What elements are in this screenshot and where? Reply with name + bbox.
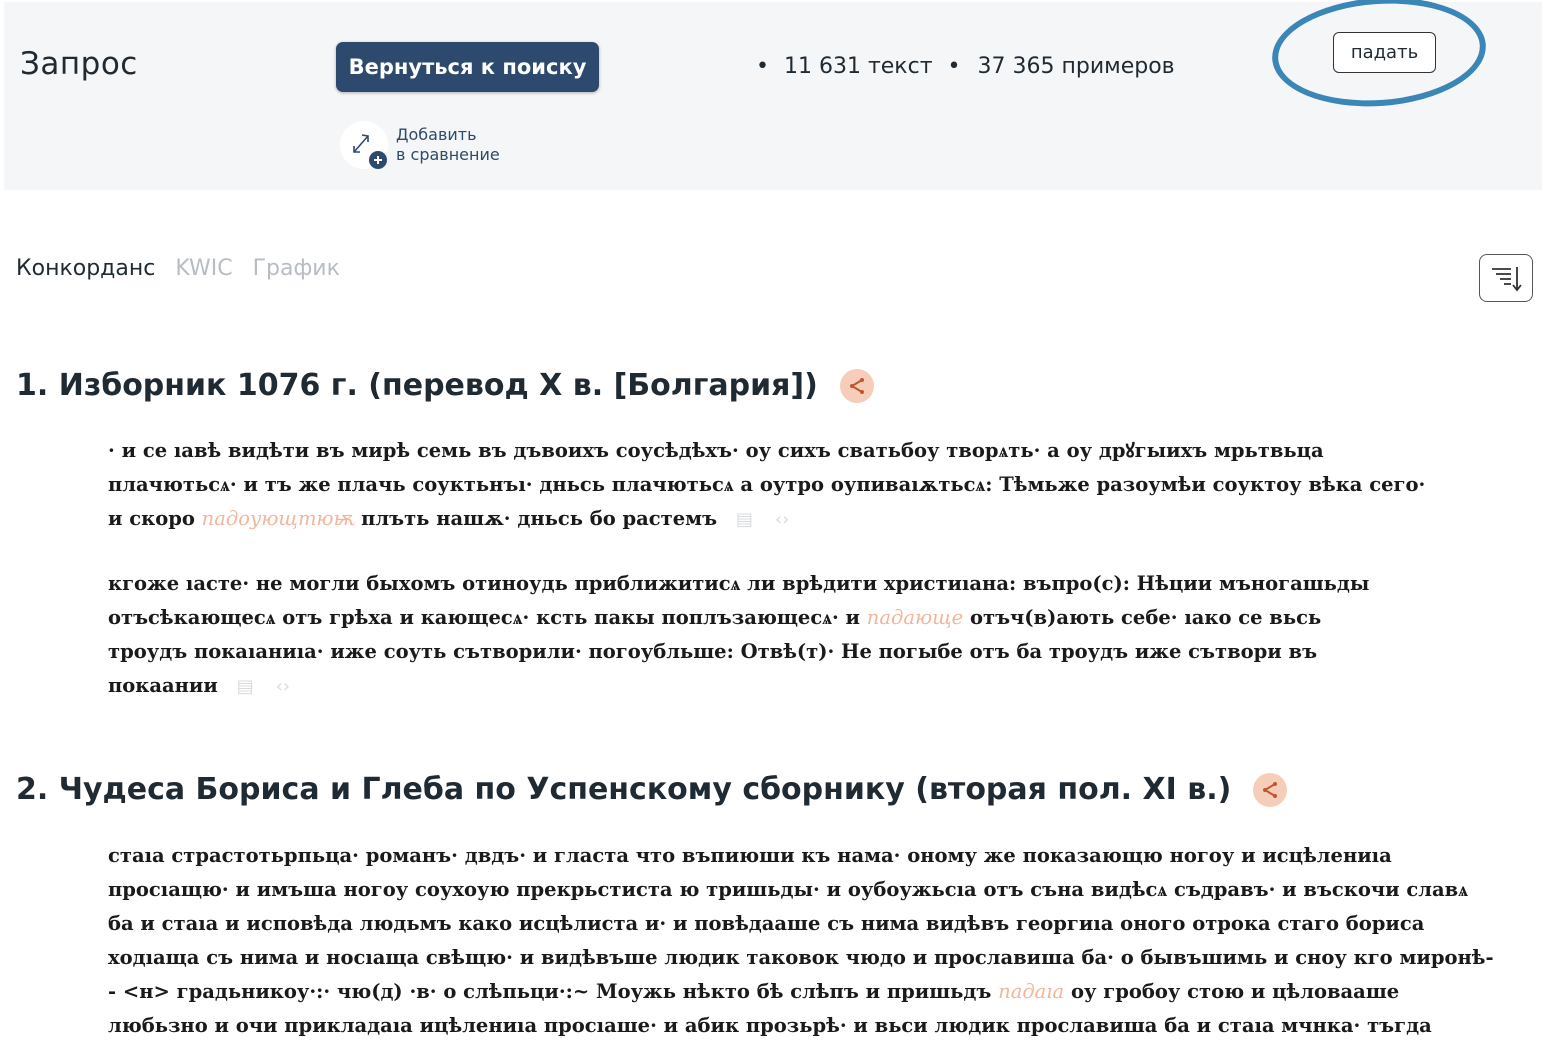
tab-kwic[interactable]: KWIC [175,256,232,281]
compare-label[interactable]: Добавить в сравнение [396,125,500,165]
stats-texts: 11 631 текст [783,54,933,79]
compare-label-line2: в сравнение [396,145,500,164]
result-item: 1. Изборник 1076 г. (перевод X в. [Болга… [16,368,874,403]
back-to-search-button[interactable]: Вернуться к поиску [336,42,599,92]
keyword-hit: падоующтюѭ [201,507,355,530]
snippet-line: стаıа страстотьрпьца· романъ· двдъ· и гл… [108,844,1392,867]
result-item: 2. Чудеса Бориса и Глеба по Успенскому с… [16,772,1288,807]
result-stats: • 11 631 текст • 37 365 примеров [756,54,1175,79]
snippet-line: отъсѣкающесѧ отъ грѣха и кающесѧ· ксть п… [108,606,1322,629]
page-title: Запрос [20,46,138,82]
snippet-line: троудъ покаıаниıа· иже соуть сътворили· … [108,640,1318,663]
stats-examples: 37 365 примеров [977,54,1175,79]
snippet-line: - <н> градьникоу·:· чю(д) ·в· о слѣпьци·… [108,980,1400,1003]
sort-icon [1492,267,1522,292]
snippet-line: ходıаща съ нима и носıаща свѣщю· и видѣв… [108,946,1494,969]
share-icon[interactable] [839,368,874,403]
tab-concordance[interactable]: Конкорданс [16,256,155,281]
tab-graph[interactable]: График [253,256,340,281]
document-icon[interactable]: ▤ [736,503,753,537]
share-icon[interactable] [1253,772,1288,807]
stats-bullet: • [947,54,961,79]
keyword-hit: падаıа [998,980,1065,1003]
expand-context-icon[interactable]: ‹› [775,503,789,537]
view-tabs: Конкорданс KWIC График [16,256,340,281]
document-icon[interactable]: ▤ [237,670,254,704]
result-title[interactable]: 1. Изборник 1076 г. (перевод X в. [Болга… [16,368,818,403]
compare-icon[interactable] [338,120,390,170]
query-word-chip[interactable]: падать [1333,32,1436,73]
snippet-line: ба и стаıа и исповѣда людьмъ како исцѣли… [108,912,1425,935]
concordance-snippet: стаıа страстотьрпьца· романъ· двдъ· и гл… [108,839,1528,1043]
sort-button[interactable] [1479,254,1533,302]
stats-bullet: • [756,54,769,79]
compare-label-line1: Добавить [396,125,477,144]
concordance-snippet: · и се ıавѣ видѣти въ мирѣ семь въ дъвои… [108,434,1528,536]
snippet-line: и скоро падоующтюѭ плъть нашѫ· дньсь бо … [108,502,1528,536]
snippet-line: плачютьсѧ· и тъ же плачь соуктьнъı· дньс… [108,473,1426,496]
snippet-line: · и се ıавѣ видѣти въ мирѣ семь въ дъвои… [108,439,1324,462]
snippet-line: просıащю· и имъша ногоу соухоую прекрьст… [108,878,1468,901]
query-header: Запрос Вернуться к поиску • 11 631 текст… [4,2,1542,190]
snippet-line: кгоже ıасте· не могли быхомъ отиноудь пр… [108,572,1370,595]
result-title[interactable]: 2. Чудеса Бориса и Глеба по Успенскому с… [16,772,1231,807]
snippet-line: любьзно и очи прикладаıа ицѣлениıа просı… [108,1014,1432,1037]
snippet-line: покаании ▤ ‹› [108,669,1528,703]
keyword-hit: падающе [866,606,964,629]
concordance-snippet: кгоже ıасте· не могли быхомъ отиноудь пр… [108,567,1528,703]
add-to-compare[interactable]: Добавить в сравнение [338,120,500,170]
expand-context-icon[interactable]: ‹› [276,670,290,704]
